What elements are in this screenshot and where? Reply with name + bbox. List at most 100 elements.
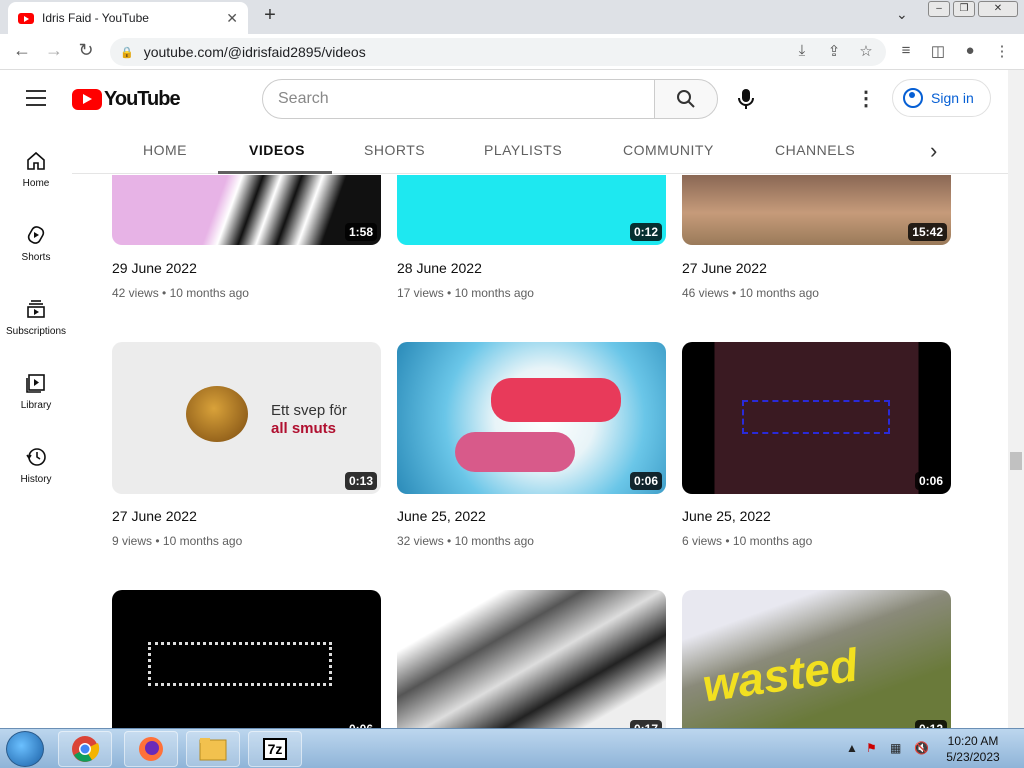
chevron-right-icon[interactable]: › (930, 138, 937, 164)
guide-label: History (20, 474, 52, 485)
history-icon (26, 448, 46, 466)
video-thumbnail[interactable]: 0:06 (397, 342, 666, 494)
duration-badge: 0:17 (629, 720, 662, 728)
tab-home[interactable]: HOME (143, 126, 187, 174)
show-hidden-icons-icon[interactable]: ▲ (846, 741, 858, 755)
guide-item-shorts[interactable]: Shorts (0, 224, 72, 263)
system-clock[interactable]: 10:20 AM 5/23/2023 (944, 733, 1002, 765)
maximize-button[interactable]: ❐ (953, 1, 975, 17)
url-text: youtube.com/@idrisfaid2895/videos (143, 44, 366, 60)
action-center-icon[interactable]: ⚑ (866, 741, 877, 755)
profile-icon[interactable]: ● (960, 42, 980, 59)
mouth-image (455, 432, 575, 472)
share-icon[interactable]: ⇪ (824, 42, 844, 60)
sign-in-button[interactable]: Sign in (892, 79, 991, 117)
tab-shorts[interactable]: SHORTS (364, 126, 425, 174)
bookmark-star-icon[interactable]: ☆ (856, 42, 876, 60)
tab-channels[interactable]: CHANNELS (775, 126, 855, 174)
duration-badge: 15:42 (908, 223, 947, 241)
start-button[interactable] (6, 731, 44, 767)
volume-muted-icon[interactable]: 🔇 (914, 741, 929, 755)
video-title[interactable]: June 25, 2022 (397, 508, 486, 524)
video-thumbnail[interactable]: 0:17 (397, 590, 666, 728)
tab-community[interactable]: COMMUNITY (623, 126, 714, 174)
search-button[interactable] (654, 79, 718, 119)
guide-item-subscriptions[interactable]: Subscriptions (0, 298, 72, 337)
address-bar[interactable]: 🔒 youtube.com/@idrisfaid2895/videos (110, 38, 886, 66)
guide-label: Subscriptions (5, 326, 67, 337)
view-count: 6 views (682, 534, 723, 548)
7zip-icon: 7z (262, 738, 288, 760)
page-scrollbar[interactable] (1008, 70, 1024, 728)
tab-videos[interactable]: VIDEOS (249, 126, 305, 174)
video-thumbnail[interactable]: 1:58 (112, 175, 381, 245)
scrollbar-thumb[interactable] (1010, 452, 1022, 470)
duration-badge: 0:06 (344, 720, 377, 728)
active-tab-indicator (218, 171, 332, 174)
close-window-button[interactable]: ✕ (978, 1, 1018, 17)
guide-item-history[interactable]: History (0, 446, 72, 485)
video-thumbnail[interactable]: 0:12 (397, 175, 666, 245)
clock-date: 5/23/2023 (946, 750, 1000, 764)
back-icon[interactable]: ← (10, 40, 34, 61)
video-thumbnail[interactable]: Ett svep för all smuts 0:13 (112, 342, 381, 494)
taskbar-file-explorer[interactable] (186, 731, 240, 767)
hamburger-menu-icon[interactable] (26, 90, 46, 106)
taskbar-firefox[interactable] (124, 731, 178, 767)
clock-time: 10:20 AM (947, 734, 999, 748)
youtube-logo[interactable]: YouTube (72, 88, 181, 111)
duration-badge: 0:06 (914, 472, 947, 490)
view-count: 17 views (397, 286, 444, 300)
new-tab-button[interactable]: + (258, 4, 282, 27)
upload-age: 10 months ago (739, 286, 819, 300)
video-thumbnail[interactable]: 0:06 (682, 342, 951, 494)
video-meta: 17 views • 10 months ago (397, 286, 534, 300)
youtube-play-logo-icon (72, 89, 102, 110)
tab-playlists[interactable]: PLAYLISTS (484, 126, 562, 174)
account-icon (903, 88, 923, 108)
video-meta: 9 views • 10 months ago (112, 534, 243, 548)
folder-icon (199, 738, 227, 761)
guide-item-home[interactable]: Home (0, 150, 72, 189)
taskbar-chrome[interactable] (58, 731, 112, 767)
video-title[interactable]: June 25, 2022 (682, 508, 771, 524)
thumbnail-text: Ett svep för (271, 402, 347, 419)
channel-tabs: HOME VIDEOS SHORTS PLAYLISTS COMMUNITY C… (72, 126, 1008, 174)
mini-guide: Home Shorts Subscriptions Library Histor… (0, 126, 72, 728)
video-grid: 1:58 29 June 2022 42 views • 10 months a… (72, 175, 1008, 728)
upload-age: 10 months ago (732, 534, 813, 548)
guide-item-library[interactable]: Library (0, 372, 72, 411)
browser-toolbar: ← → ↻ 🔒 youtube.com/@idrisfaid2895/video… (0, 34, 1024, 70)
upload-age: 10 months ago (454, 534, 534, 548)
video-title[interactable]: 27 June 2022 (682, 260, 767, 276)
browser-menu-icon[interactable]: ⋮ (992, 42, 1012, 60)
video-thumbnail[interactable]: 0:06 (112, 590, 381, 728)
video-meta: 42 views • 10 months ago (112, 286, 249, 300)
settings-more-icon[interactable]: ⋮ (856, 86, 876, 111)
video-thumbnail[interactable]: 15:42 (682, 175, 951, 245)
video-thumbnail[interactable]: wasted 0:12 (682, 590, 951, 728)
guide-label: Shorts (21, 252, 51, 263)
shorts-icon (27, 226, 45, 244)
video-meta: 32 views • 10 months ago (397, 534, 534, 548)
windows-taskbar: 7z ▲ ⚑ ▦ 🔇 10:20 AM 5/23/2023 (0, 728, 1024, 768)
reload-icon[interactable]: ↻ (74, 40, 98, 61)
coffee-cup-image (186, 386, 248, 442)
search-input[interactable]: Search (262, 79, 655, 119)
close-tab-icon[interactable]: ✕ (226, 10, 238, 27)
thumbnail-text: wasted (699, 638, 861, 712)
media-controls-icon[interactable]: ≡ (896, 42, 916, 59)
side-panel-icon[interactable]: ◫ (928, 42, 948, 60)
taskbar-7zip[interactable]: 7z (248, 731, 302, 767)
video-title[interactable]: 27 June 2022 (112, 508, 197, 524)
install-icon[interactable]: ⤓ (792, 42, 812, 59)
forward-icon[interactable]: → (42, 40, 66, 61)
video-title[interactable]: 29 June 2022 (112, 260, 197, 276)
minimize-button[interactable]: – (928, 1, 950, 17)
microphone-icon[interactable] (734, 87, 758, 111)
browser-tab[interactable]: Idris Faid - YouTube ✕ (8, 2, 248, 34)
klasky-csupo-logo-image (148, 642, 332, 686)
tab-search-icon[interactable]: ⌄ (896, 6, 908, 23)
video-title[interactable]: 28 June 2022 (397, 260, 482, 276)
network-icon[interactable]: ▦ (890, 741, 901, 755)
